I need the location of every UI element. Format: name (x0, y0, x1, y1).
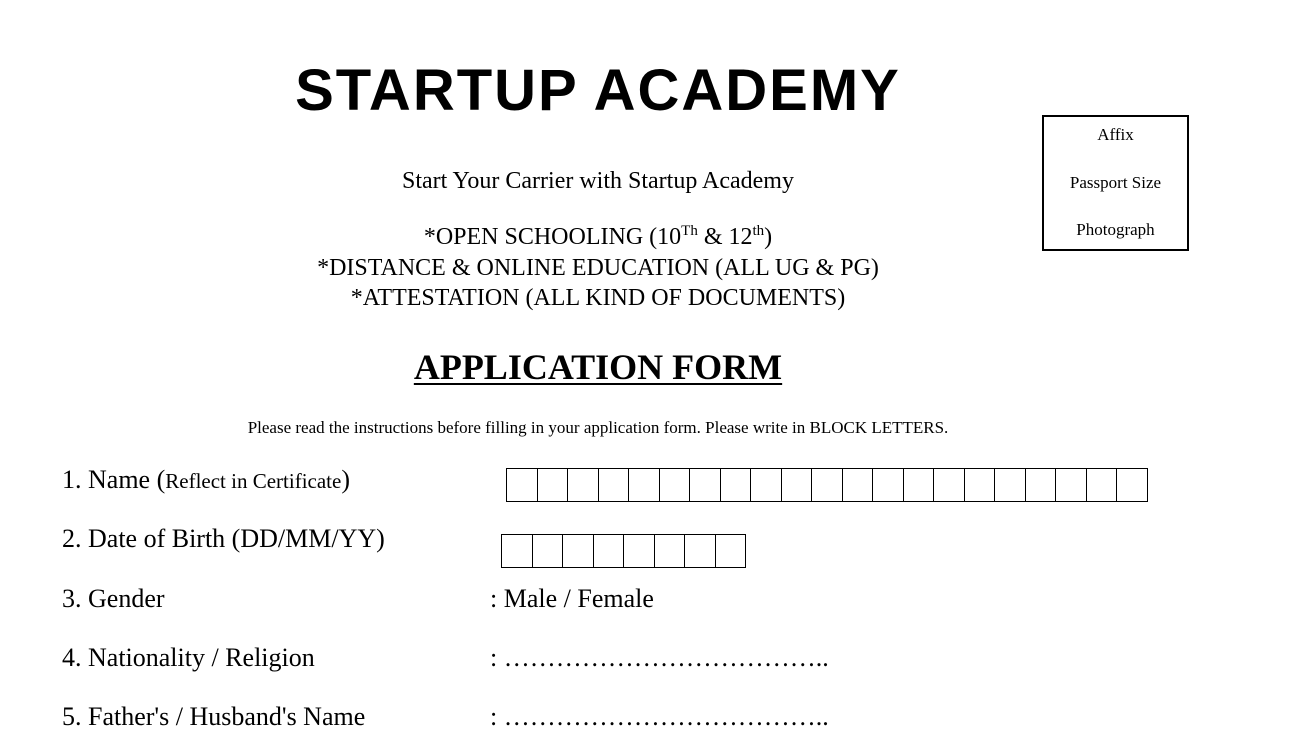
superscript-th: Th (681, 223, 698, 239)
father-name-field-label: 5. Father's / Husband's Name (62, 702, 366, 731)
name-letter-box[interactable] (660, 469, 690, 501)
name-letter-box[interactable] (904, 469, 934, 501)
name-letter-box[interactable] (934, 469, 965, 501)
service-distance-education: *DISTANCE & ONLINE EDUCATION (ALL UG & P… (317, 254, 879, 281)
name-letter-box[interactable] (873, 469, 904, 501)
superscript-th-lower: th (752, 223, 765, 239)
dob-digit-box[interactable] (685, 535, 716, 567)
service-open-schooling-suffix: ) (764, 224, 773, 250)
name-letter-box[interactable] (843, 469, 873, 501)
form-heading-text: APPLICATION FORM (413, 347, 783, 387)
dob-field-label: 2. Date of Birth (DD/MM/YY) (62, 524, 385, 553)
service-open-schooling-mid: & 12 (697, 224, 753, 250)
name-letter-box[interactable] (690, 469, 721, 501)
photo-box-line-photograph: Photograph (1076, 220, 1155, 239)
form-instructions: Please read the instructions before fill… (247, 418, 949, 437)
name-letter-box[interactable] (965, 469, 995, 501)
name-letter-box[interactable] (538, 469, 568, 501)
name-letter-box[interactable] (568, 469, 599, 501)
name-letter-box[interactable] (599, 469, 629, 501)
name-letter-box[interactable] (751, 469, 782, 501)
name-letter-box[interactable] (1026, 469, 1056, 501)
dob-digit-box[interactable] (624, 535, 655, 567)
name-letter-box[interactable] (629, 469, 660, 501)
service-attestation: *ATTESTATION (ALL KIND OF DOCUMENTS) (350, 285, 846, 311)
nationality-blank-line[interactable]: : ……………………………….. (490, 642, 829, 674)
name-field-label: 1. Name (Reflect in Certificate) (62, 464, 350, 497)
dob-digit-box[interactable] (563, 535, 594, 567)
name-letter-box[interactable] (1087, 469, 1117, 501)
name-label-close: ) (341, 465, 351, 494)
service-open-schooling: *OPEN SCHOOLING (10Th & 12th) (0, 222, 1196, 253)
nationality-field-label: 4. Nationality / Religion (62, 643, 315, 672)
dob-digit-box[interactable] (502, 535, 533, 567)
dob-digit-boxes[interactable] (501, 534, 746, 568)
name-letter-box[interactable] (1117, 469, 1148, 501)
service-open-schooling-prefix: *OPEN SCHOOLING (10 (423, 224, 682, 250)
name-letter-box[interactable] (721, 469, 751, 501)
photo-box-line-size: Passport Size (1069, 173, 1162, 192)
father-name-blank-line[interactable]: : ……………………………….. (490, 701, 829, 733)
name-letter-box[interactable] (812, 469, 843, 501)
form-heading: APPLICATION FORM (0, 345, 1196, 389)
name-label-text: 1. Name ( (62, 465, 166, 494)
passport-photo-box: Affix Passport Size Photograph (1042, 115, 1189, 251)
services-list: *OPEN SCHOOLING (10Th & 12th) *DISTANCE … (0, 222, 1196, 314)
gender-options[interactable]: : Male / Female (490, 583, 654, 615)
name-letter-box[interactable] (507, 469, 538, 501)
page-title: STARTUP ACADEMY (295, 58, 901, 123)
dob-digit-box[interactable] (533, 535, 563, 567)
name-letter-box[interactable] (1056, 469, 1087, 501)
name-label-note: Reflect in Certificate (165, 469, 342, 493)
name-letter-boxes[interactable] (506, 468, 1148, 502)
dob-digit-box[interactable] (594, 535, 624, 567)
tagline: Start Your Carrier with Startup Academy (402, 168, 794, 194)
dob-digit-box[interactable] (716, 535, 746, 567)
name-letter-box[interactable] (782, 469, 812, 501)
photo-box-line-affix: Affix (1097, 125, 1134, 144)
dob-digit-box[interactable] (655, 535, 685, 567)
name-letter-box[interactable] (995, 469, 1026, 501)
gender-field-label: 3. Gender (62, 584, 165, 613)
